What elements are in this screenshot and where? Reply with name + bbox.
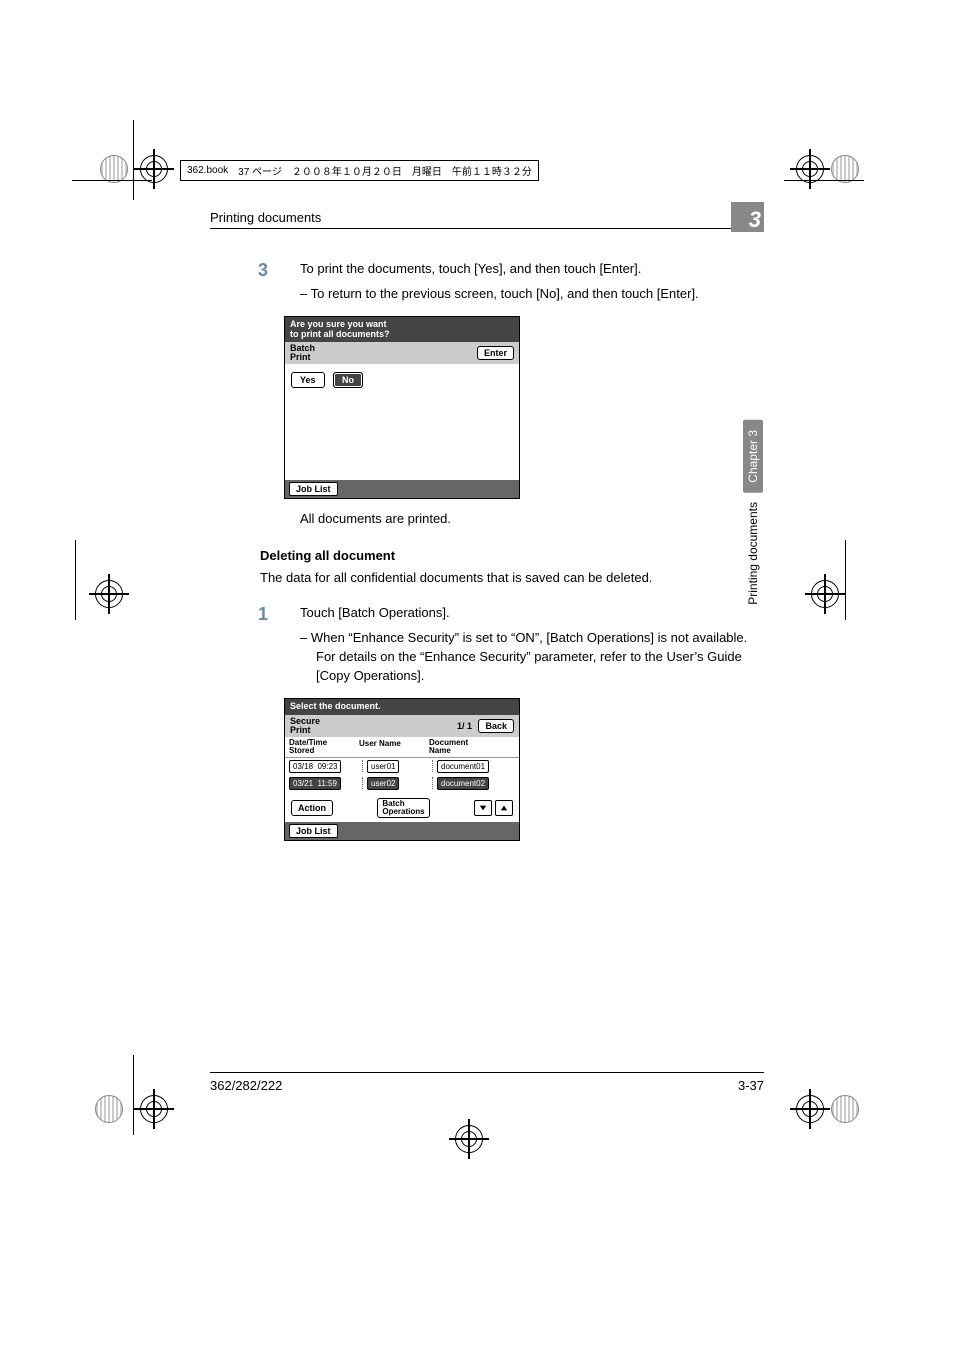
step-1-text: Touch [Batch Operations].	[300, 604, 770, 623]
crop-line	[845, 540, 846, 620]
step-number-1: 1	[258, 604, 268, 625]
panel2-actions: Action Batch Operations	[285, 792, 519, 822]
crosshair-icon	[140, 1095, 168, 1123]
select-document-panel: Select the document. Secure Print 1/ 1 B…	[284, 698, 520, 841]
arrow-down-button[interactable]	[474, 800, 492, 816]
job-list-tab[interactable]: Job List	[289, 824, 338, 838]
delete-intro-text: The data for all confidential documents …	[260, 569, 770, 588]
crosshair-icon	[455, 1125, 483, 1153]
job-list-tab[interactable]: Job List	[289, 482, 338, 496]
footer-rule	[210, 1072, 764, 1073]
crop-line	[133, 120, 134, 200]
batch-operations-button[interactable]: Batch Operations	[377, 798, 429, 818]
register-mark-icon	[100, 155, 128, 183]
panel1-body: Yes No	[285, 364, 519, 480]
panel2-mode-label: Secure Print	[290, 717, 320, 735]
header-rule	[210, 228, 764, 229]
no-button[interactable]: No	[333, 372, 363, 388]
crosshair-icon	[796, 155, 824, 183]
subheading-deleting-all: Deleting all document	[260, 548, 770, 563]
confirm-print-panel: Are you sure you want to print all docum…	[284, 316, 520, 500]
panel1-subbar: Batch Print Enter	[285, 342, 519, 364]
step-1-bullet: – When “Enhance Security” is set to “ON”…	[300, 629, 770, 686]
panel1-title-line2: to print all documents?	[290, 329, 390, 339]
register-mark-icon	[95, 1095, 123, 1123]
footer-page-number: 3-37	[738, 1078, 764, 1093]
page-indicator: 1/ 1	[457, 721, 472, 731]
panel2-footer: Job List	[285, 822, 519, 840]
table-row[interactable]: 03/21 11:59user02document02	[285, 775, 519, 792]
meta-time: 午前１１時３２分	[452, 163, 532, 178]
step-3-bullet: – To return to the previous screen, touc…	[300, 285, 770, 304]
back-button[interactable]: Back	[478, 719, 514, 733]
step-number-3: 3	[258, 260, 268, 281]
result-text: All documents are printed.	[300, 511, 770, 526]
meta-weekday: 月曜日	[412, 163, 442, 178]
footer-model: 362/282/222	[210, 1078, 282, 1093]
panel1-footer: Job List	[285, 480, 519, 498]
col-username: User Name	[359, 739, 429, 755]
panel2-right-group: 1/ 1 Back	[457, 719, 514, 733]
crosshair-icon	[140, 155, 168, 183]
register-mark-icon	[831, 155, 859, 183]
crop-line	[75, 540, 76, 620]
step-3-text: To print the documents, touch [Yes], and…	[300, 260, 770, 279]
crop-line	[72, 180, 152, 181]
yes-button[interactable]: Yes	[291, 372, 325, 388]
crop-line	[133, 1055, 134, 1135]
scroll-arrows	[474, 800, 513, 816]
panel2-subbar: Secure Print 1/ 1 Back	[285, 715, 519, 737]
meta-file: 362.book	[187, 165, 228, 176]
register-mark-icon	[831, 1095, 859, 1123]
arrow-down-icon	[479, 804, 487, 812]
crosshair-icon	[95, 580, 123, 608]
panel2-title: Select the document.	[285, 699, 519, 715]
chapter-number-badge: 3	[731, 202, 764, 232]
arrow-up-icon	[500, 804, 508, 812]
col-datetime: Date/Time Stored	[289, 739, 359, 755]
table-header-row: Date/Time Stored User Name Document Name	[285, 737, 519, 758]
panel2-table: Date/Time Stored User Name Document Name…	[285, 737, 519, 792]
panel1-title-line1: Are you sure you want	[290, 319, 387, 329]
crosshair-icon	[796, 1095, 824, 1123]
source-meta: 362.book 37 ページ ２００８年１０月２０日 月曜日 午前１１時３２分	[180, 160, 539, 181]
panel1-title: Are you sure you want to print all docum…	[285, 317, 519, 343]
body-content: 3 To print the documents, touch [Yes], a…	[260, 260, 770, 841]
meta-date: ２００８年１０月２０日	[292, 163, 402, 178]
arrow-up-button[interactable]	[495, 800, 513, 816]
table-row[interactable]: 03/18 09:23user01document01	[285, 758, 519, 775]
col-docname: Document Name	[429, 739, 515, 755]
panel1-mode-label: Batch Print	[290, 344, 315, 362]
meta-page: 37 ページ	[238, 163, 282, 178]
crop-line	[784, 180, 864, 181]
page: 362.book 37 ページ ２００８年１０月２０日 月曜日 午前１１時３２分…	[0, 0, 954, 1350]
action-button[interactable]: Action	[291, 800, 333, 816]
crosshair-icon	[811, 580, 839, 608]
enter-button[interactable]: Enter	[477, 346, 514, 360]
page-header-title: Printing documents	[210, 210, 321, 225]
